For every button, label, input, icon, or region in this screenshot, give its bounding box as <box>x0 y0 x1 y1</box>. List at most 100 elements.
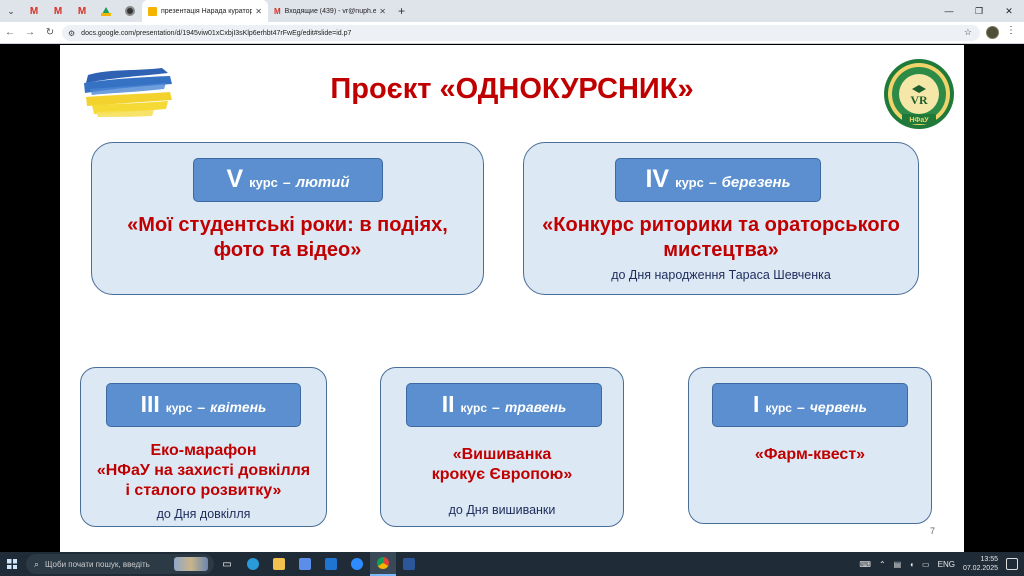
clock-time: 13:55 <box>980 556 998 563</box>
volume-icon[interactable]: ◖ <box>905 560 918 569</box>
site-info-icon[interactable]: ⚙ <box>68 29 75 38</box>
course-number: I <box>753 391 760 417</box>
course-word: курс <box>675 175 704 190</box>
course-number: III <box>140 391 160 417</box>
presentation-viewer: Проєкт «ОДНОКУРСНИК» VR НФаУ V курс – лю… <box>0 45 1024 552</box>
dash: – <box>708 174 717 190</box>
taskbar-app-chrome[interactable] <box>370 552 396 576</box>
reload-button[interactable]: ↻ <box>40 22 60 44</box>
event-title: «Мої студентські роки: в подіях, фото та… <box>91 213 484 263</box>
course-word: курс <box>249 175 278 190</box>
tab-presentation[interactable]: презентація Нарада кураторів ✕ <box>142 0 268 22</box>
event-note: до Дня довкілля <box>156 507 251 521</box>
tab-title: Входящие (439) - vr@nuph.edu <box>284 7 377 15</box>
event-title: «Конкурс риторики та ораторського мистец… <box>523 213 919 263</box>
event-line: «Конкурс риторики та ораторського <box>542 214 900 236</box>
chrome-icon <box>377 557 389 569</box>
language-indicator[interactable]: ENG <box>934 560 959 569</box>
tray-overflow-icon[interactable]: ⌃ <box>875 560 890 569</box>
app-circle-icon <box>125 6 135 16</box>
notifications-icon[interactable] <box>1006 558 1018 570</box>
search-highlight-image <box>174 557 208 571</box>
pinned-tab-gmail-2[interactable]: M <box>46 0 70 22</box>
event-note: до Дня вишиванки <box>448 503 556 517</box>
taskbar-app-edge[interactable] <box>240 552 266 576</box>
gmail-icon: M <box>77 5 87 17</box>
close-tab-icon[interactable]: ✕ <box>255 7 262 16</box>
windows-taskbar: ⌕ Щоби почати пошук, введіть ▭ ⌨ ⌃ ▤ ◖ ▭… <box>0 552 1024 576</box>
window-controls: — ❐ ✕ <box>934 0 1024 22</box>
search-icon: ⌕ <box>34 558 40 569</box>
event-line: мистецтва» <box>663 239 779 261</box>
slide-title: Проєкт «ОДНОКУРСНИК» <box>330 73 694 105</box>
svg-text:НФаУ: НФаУ <box>909 117 929 124</box>
dash: – <box>282 174 291 190</box>
tab-inbox[interactable]: M Входящие (439) - vr@nuph.edu ✕ <box>268 0 392 22</box>
windows-logo-icon <box>7 559 17 569</box>
event-line: «Мої студентські роки: в подіях, <box>127 214 448 236</box>
address-toolbar: ← → ↻ ⚙ docs.google.com/presentation/d/1… <box>0 22 1024 44</box>
event-line: фото та відео» <box>213 239 362 261</box>
svg-text:VR: VR <box>910 93 928 107</box>
taskbar-app-explorer[interactable] <box>266 552 292 576</box>
url-bar[interactable]: ⚙ docs.google.com/presentation/d/1945viw… <box>62 25 980 41</box>
keyboard-icon[interactable]: ⌨ <box>855 560 875 569</box>
course-pill-i: I курс – червень <box>712 383 908 427</box>
taskbar-app-zoom[interactable] <box>344 552 370 576</box>
gmail-icon: M <box>53 5 63 17</box>
university-seal-logo: VR НФаУ <box>884 59 954 129</box>
event-line: «НФаУ на захисті довкілля <box>96 462 311 479</box>
pinned-tab-gmail-1[interactable]: M <box>22 0 46 22</box>
course-month: травень <box>504 399 567 415</box>
network-icon[interactable]: ▤ <box>890 560 906 569</box>
url-text: docs.google.com/presentation/d/1945viw01… <box>81 29 352 37</box>
course-pill-iv: IV курс – березень <box>615 158 821 202</box>
profile-avatar[interactable] <box>986 26 999 39</box>
taskbar-search-box[interactable]: ⌕ Щоби почати пошук, введіть <box>26 554 214 574</box>
edge-icon <box>247 558 259 570</box>
taskbar-app-store[interactable] <box>292 552 318 576</box>
course-pill-iii: III курс – квітень <box>106 383 301 427</box>
course-month: березень <box>721 174 791 191</box>
system-tray: ⌨ ⌃ ▤ ◖ ▭ ENG 13:55 07.02.2025 <box>855 552 1024 576</box>
event-line: і сталого розвитку» <box>125 482 282 499</box>
taskbar-app-word[interactable] <box>396 552 422 576</box>
course-pill-v: V курс – лютий <box>193 158 383 202</box>
taskbar-app-mail[interactable] <box>318 552 344 576</box>
gmail-icon: M <box>29 5 39 17</box>
folder-icon <box>273 558 285 570</box>
forward-button[interactable]: → <box>20 22 40 44</box>
pinned-tab-drive[interactable] <box>94 0 118 22</box>
new-tab-button[interactable]: + <box>392 4 411 18</box>
minimize-button[interactable]: — <box>934 0 964 22</box>
course-number: V <box>226 165 244 193</box>
course-pill-ii: II курс – травень <box>406 383 602 427</box>
gmail-icon: M <box>274 6 281 16</box>
event-title: Еко-марафон «НФаУ на захисті довкілля і … <box>80 441 327 501</box>
event-title: «Вишиванка крокує Європою» <box>380 445 624 485</box>
battery-icon[interactable]: ▭ <box>918 560 934 569</box>
start-button[interactable] <box>0 552 24 576</box>
dash: – <box>796 399 805 415</box>
pinned-tab-app[interactable] <box>118 0 142 22</box>
event-note: до Дня народження Тараса Шевченка <box>611 268 831 282</box>
task-view-icon: ▭ <box>222 558 232 570</box>
course-number: IV <box>645 165 670 193</box>
bookmark-star-icon[interactable]: ☆ <box>964 27 972 38</box>
event-line: крокує Європою» <box>431 466 573 483</box>
event-line: «Фарм-квест» <box>754 446 866 463</box>
tab-title: презентація Нарада кураторів <box>161 7 253 15</box>
close-tab-icon[interactable]: ✕ <box>379 7 386 16</box>
event-title: «Фарм-квест» <box>688 445 932 465</box>
browser-menu-icon[interactable]: ⋮ <box>1006 25 1016 36</box>
close-window-button[interactable]: ✕ <box>994 0 1024 22</box>
slide: Проєкт «ОДНОКУРСНИК» VR НФаУ V курс – лю… <box>60 45 964 552</box>
pinned-tab-gmail-3[interactable]: M <box>70 0 94 22</box>
back-button[interactable]: ← <box>0 22 20 44</box>
task-view-button[interactable]: ▭ <box>214 552 240 576</box>
event-line: «Вишиванка <box>452 446 552 463</box>
restore-button[interactable]: ❐ <box>964 0 994 22</box>
tab-search-chevron-icon[interactable]: ⌄ <box>0 0 22 22</box>
event-line: Еко-марафон <box>150 442 257 459</box>
clock-date: 07.02.2025 <box>962 565 998 572</box>
